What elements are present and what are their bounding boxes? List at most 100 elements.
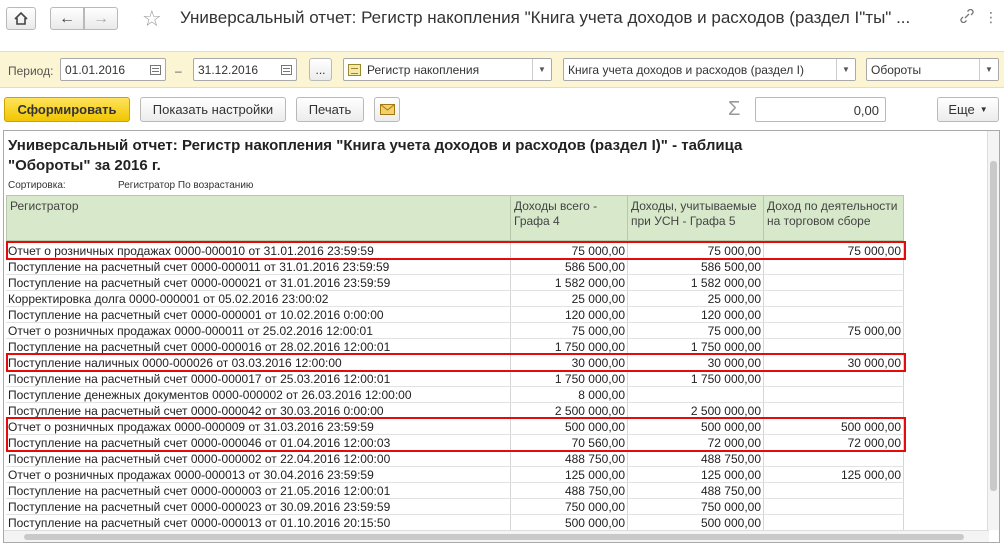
cell-total-income[interactable]: 25 000,00 xyxy=(510,291,628,307)
more-menu-icon[interactable]: ⋮ xyxy=(984,9,998,26)
table-row[interactable]: Поступление на расчетный счет 0000-00001… xyxy=(6,259,904,275)
cell-usn-income[interactable]: 125 000,00 xyxy=(627,467,764,483)
column-header-trade-fee-income[interactable]: Доход по деятельности на торговом сборе xyxy=(763,195,904,241)
highlight-frame xyxy=(6,241,906,260)
calendar-icon[interactable] xyxy=(276,59,296,80)
cell-trade-fee-income[interactable]: 125 000,00 xyxy=(763,467,904,483)
cell-registrator[interactable]: Поступление на расчетный счет 0000-00002… xyxy=(6,275,511,291)
scroll-thumb[interactable] xyxy=(24,534,964,540)
cell-usn-income[interactable]: 586 500,00 xyxy=(627,259,764,275)
table-row[interactable]: Поступление на расчетный счет 0000-00001… xyxy=(6,371,904,387)
date-from-field[interactable]: 01.01.2016 xyxy=(60,58,166,81)
date-to-field[interactable]: 31.12.2016 xyxy=(193,58,297,81)
cell-trade-fee-income[interactable] xyxy=(763,387,904,403)
cell-registrator[interactable]: Поступление на расчетный счет 0000-00000… xyxy=(6,451,511,467)
chevron-down-icon: ▼ xyxy=(979,105,988,114)
table-kind-select[interactable]: Обороты ▼ xyxy=(866,58,999,81)
date-to-value: 31.12.2016 xyxy=(198,63,259,77)
cell-total-income[interactable]: 75 000,00 xyxy=(510,323,628,339)
cell-usn-income[interactable]: 488 750,00 xyxy=(627,483,764,499)
cell-trade-fee-income[interactable] xyxy=(763,371,904,387)
table-row[interactable]: Поступление на расчетный счет 0000-00000… xyxy=(6,307,904,323)
more-label: Еще xyxy=(948,102,975,117)
cell-total-income[interactable]: 586 500,00 xyxy=(510,259,628,275)
cell-registrator[interactable]: Корректировка долга 0000-000001 от 05.02… xyxy=(6,291,511,307)
cell-trade-fee-income[interactable]: 75 000,00 xyxy=(763,323,904,339)
cell-total-income[interactable]: 1 750 000,00 xyxy=(510,371,628,387)
sort-row: Сортировка: Регистратор По возрастанию xyxy=(8,180,253,191)
email-button[interactable] xyxy=(374,97,400,122)
cell-total-income[interactable]: 8 000,00 xyxy=(510,387,628,403)
cell-total-income[interactable]: 488 750,00 xyxy=(510,451,628,467)
calendar-icon[interactable] xyxy=(145,59,165,80)
print-button[interactable]: Печать xyxy=(296,97,364,122)
sum-field[interactable]: 0,00 xyxy=(755,97,886,122)
cell-registrator[interactable]: Поступление на расчетный счет 0000-00001… xyxy=(6,259,511,275)
more-button[interactable]: Еще ▼ xyxy=(937,97,999,122)
cell-trade-fee-income[interactable] xyxy=(763,499,904,515)
column-header-usn-income[interactable]: Доходы, учитываемые при УСН - Графа 5 xyxy=(627,195,764,241)
cell-trade-fee-income[interactable] xyxy=(763,275,904,291)
cell-trade-fee-income[interactable] xyxy=(763,515,904,531)
table-row[interactable]: Поступление денежных документов 0000-000… xyxy=(6,387,904,403)
favorite-star-icon[interactable]: ☆ xyxy=(142,6,162,32)
cell-usn-income[interactable] xyxy=(627,387,764,403)
table-row[interactable]: Поступление на расчетный счет 0000-00000… xyxy=(6,451,904,467)
forward-button[interactable]: → xyxy=(84,7,118,30)
home-button[interactable] xyxy=(6,7,36,30)
generate-button[interactable]: Сформировать xyxy=(4,97,130,122)
source-type-select[interactable]: Регистр накопления ▼ xyxy=(343,58,552,81)
cell-usn-income[interactable]: 750 000,00 xyxy=(627,499,764,515)
cell-trade-fee-income[interactable] xyxy=(763,291,904,307)
table-kind-value: Обороты xyxy=(871,63,922,77)
cell-registrator[interactable]: Отчет о розничных продажах 0000-000013 о… xyxy=(6,467,511,483)
cell-usn-income[interactable]: 75 000,00 xyxy=(627,323,764,339)
table-row[interactable]: Отчет о розничных продажах 0000-000011 о… xyxy=(6,323,904,339)
chevron-down-icon[interactable]: ▼ xyxy=(836,59,855,80)
cell-usn-income[interactable]: 1 582 000,00 xyxy=(627,275,764,291)
table-row[interactable]: Корректировка долга 0000-000001 от 05.02… xyxy=(6,291,904,307)
filter-bar: Период: 01.01.2016 – 31.12.2016 ... Реги… xyxy=(0,51,1004,88)
chevron-down-icon[interactable]: ▼ xyxy=(532,59,551,80)
cell-total-income[interactable]: 750 000,00 xyxy=(510,499,628,515)
table-row[interactable]: Поступление на расчетный счет 0000-00002… xyxy=(6,275,904,291)
cell-total-income[interactable]: 488 750,00 xyxy=(510,483,628,499)
scroll-thumb[interactable] xyxy=(990,161,997,491)
cell-trade-fee-income[interactable] xyxy=(763,307,904,323)
column-header-total-income[interactable]: Доходы всего - Графа 4 xyxy=(510,195,628,241)
cell-usn-income[interactable]: 1 750 000,00 xyxy=(627,371,764,387)
table-row[interactable]: Поступление на расчетный счет 0000-00002… xyxy=(6,499,904,515)
cell-usn-income[interactable]: 500 000,00 xyxy=(627,515,764,531)
vertical-scrollbar[interactable] xyxy=(987,131,999,530)
horizontal-scrollbar[interactable] xyxy=(4,530,989,542)
cell-total-income[interactable]: 500 000,00 xyxy=(510,515,628,531)
column-header-registrator[interactable]: Регистратор xyxy=(6,195,511,241)
table-row[interactable]: Поступление на расчетный счет 0000-00001… xyxy=(6,515,904,531)
cell-registrator[interactable]: Поступление на расчетный счет 0000-00001… xyxy=(6,371,511,387)
cell-trade-fee-income[interactable] xyxy=(763,259,904,275)
period-select-button[interactable]: ... xyxy=(309,58,332,81)
cell-usn-income[interactable]: 25 000,00 xyxy=(627,291,764,307)
show-settings-button[interactable]: Показать настройки xyxy=(140,97,286,122)
cell-registrator[interactable]: Поступление денежных документов 0000-000… xyxy=(6,387,511,403)
cell-usn-income[interactable]: 488 750,00 xyxy=(627,451,764,467)
title-bar: ← → ☆ Универсальный отчет: Регистр накоп… xyxy=(0,0,1004,38)
source-name-select[interactable]: Книга учета доходов и расходов (раздел I… xyxy=(563,58,856,81)
cell-registrator[interactable]: Поступление на расчетный счет 0000-00002… xyxy=(6,499,511,515)
cell-total-income[interactable]: 1 582 000,00 xyxy=(510,275,628,291)
cell-total-income[interactable]: 120 000,00 xyxy=(510,307,628,323)
cell-total-income[interactable]: 125 000,00 xyxy=(510,467,628,483)
table-row[interactable]: Отчет о розничных продажах 0000-000013 о… xyxy=(6,467,904,483)
cell-registrator[interactable]: Поступление на расчетный счет 0000-00001… xyxy=(6,515,511,531)
table-row[interactable]: Поступление на расчетный счет 0000-00000… xyxy=(6,483,904,499)
report-area[interactable]: Универсальный отчет: Регистр накопления … xyxy=(3,130,1000,543)
cell-registrator[interactable]: Поступление на расчетный счет 0000-00000… xyxy=(6,307,511,323)
cell-trade-fee-income[interactable] xyxy=(763,451,904,467)
link-icon[interactable] xyxy=(960,8,974,26)
cell-usn-income[interactable]: 120 000,00 xyxy=(627,307,764,323)
cell-registrator[interactable]: Поступление на расчетный счет 0000-00000… xyxy=(6,483,511,499)
cell-registrator[interactable]: Отчет о розничных продажах 0000-000011 о… xyxy=(6,323,511,339)
cell-trade-fee-income[interactable] xyxy=(763,483,904,499)
chevron-down-icon[interactable]: ▼ xyxy=(979,59,998,80)
back-button[interactable]: ← xyxy=(50,7,84,30)
